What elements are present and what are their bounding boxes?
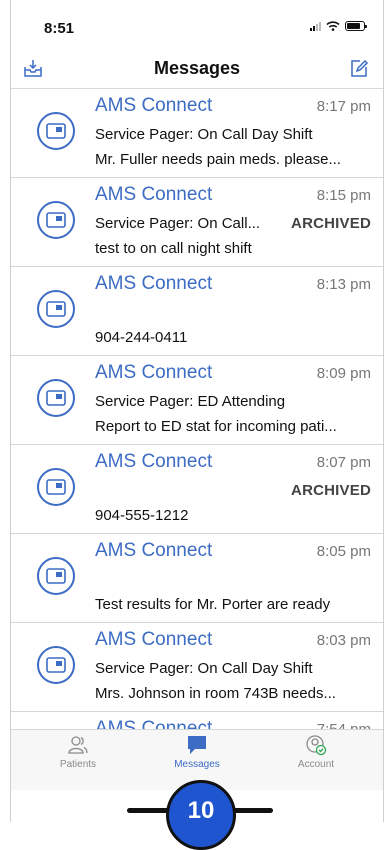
message-row[interactable]: AMS Connect 7:54 pm — [11, 712, 383, 729]
tab-patients[interactable]: Patients — [28, 734, 128, 770]
message-row[interactable]: AMS Connect 8:13 pm 904-244-0411 — [11, 267, 383, 356]
message-time: 8:05 pm — [316, 543, 371, 560]
message-sender: AMS Connect — [95, 184, 213, 205]
message-preview: Report to ED stat for incoming pati... — [95, 418, 337, 435]
pager-icon — [37, 646, 75, 684]
pager-icon — [37, 201, 75, 239]
pager-icon — [37, 379, 75, 417]
page-title: Messages — [153, 58, 241, 78]
message-list[interactable]: AMS Connect 8:17 pm Service Pager: On Ca… — [11, 89, 383, 729]
message-time: 8:17 pm — [316, 98, 371, 115]
tab-account[interactable]: Account — [266, 734, 366, 770]
status-icons — [310, 20, 367, 31]
tab-account-label: Account — [297, 759, 335, 770]
archived-badge: ARCHIVED — [291, 215, 371, 232]
pager-icon — [37, 468, 75, 506]
step-badge: 10 — [166, 780, 236, 850]
message-time: 7:54 pm — [317, 721, 371, 729]
patients-icon — [68, 736, 88, 754]
message-time: 8:13 pm — [316, 276, 371, 293]
pager-icon — [37, 112, 75, 150]
message-sender: AMS Connect — [95, 540, 213, 561]
message-sender: AMS Connect — [95, 451, 213, 472]
message-preview: 904-244-0411 — [95, 329, 188, 346]
message-sender: AMS Connect — [95, 95, 213, 116]
message-row[interactable]: AMS Connect 8:05 pm Test results for Mr.… — [11, 534, 383, 623]
message-time: 8:15 pm — [316, 187, 371, 204]
battery-icon — [345, 20, 367, 31]
message-preview: Mrs. Johnson in room 743B needs... — [95, 685, 336, 702]
tab-messages[interactable]: Messages — [147, 734, 247, 770]
status-time: 8:51 — [44, 20, 75, 37]
message-subject: Service Pager: On Call Day Shift — [95, 660, 313, 677]
archived-badge: ARCHIVED — [291, 482, 371, 499]
message-subject: Service Pager: ED Attending — [95, 393, 286, 410]
pager-icon — [37, 290, 75, 328]
message-row[interactable]: AMS Connect 8:09 pm Service Pager: ED At… — [11, 356, 383, 445]
message-subject: Service Pager: On Call Day Shift — [95, 126, 313, 143]
message-row[interactable]: AMS Connect 8:17 pm Service Pager: On Ca… — [11, 89, 383, 178]
message-time: 8:09 pm — [316, 365, 371, 382]
message-preview: 904-555-1212 — [95, 507, 189, 524]
message-time: 8:07 pm — [316, 454, 371, 471]
account-icon — [306, 735, 327, 756]
messages-icon — [188, 736, 206, 754]
message-preview: Mr. Fuller needs pain meds. please... — [95, 151, 341, 168]
message-sender: AMS Connect — [95, 362, 213, 383]
message-preview: Test results for Mr. Porter are ready — [95, 596, 331, 613]
wifi-icon — [326, 20, 340, 31]
phone-screen: 8:51 Messages AMS Connect 8:17 pm Servic… — [10, 0, 384, 822]
navigation-bar: Messages — [11, 50, 383, 89]
message-preview: test to on call night shift — [95, 240, 252, 257]
message-time: 8:03 pm — [316, 632, 371, 649]
message-row[interactable]: AMS Connect 8:07 pm ARCHIVED 904-555-121… — [11, 445, 383, 534]
message-sender: AMS Connect — [95, 629, 213, 650]
pager-icon — [37, 557, 75, 595]
message-sender: AMS Connect — [95, 273, 213, 294]
compose-icon[interactable] — [349, 58, 369, 78]
message-sender: AMS Connect — [95, 718, 213, 729]
signal-icon — [310, 20, 321, 31]
message-row[interactable]: AMS Connect 8:15 pm Service Pager: On Ca… — [11, 178, 383, 267]
message-subject: Service Pager: On Call... — [95, 215, 261, 232]
tab-patients-label: Patients — [59, 759, 97, 770]
message-row[interactable]: AMS Connect 8:03 pm Service Pager: On Ca… — [11, 623, 383, 712]
tab-messages-label: Messages — [174, 759, 220, 770]
status-bar: 8:51 — [11, 0, 383, 50]
